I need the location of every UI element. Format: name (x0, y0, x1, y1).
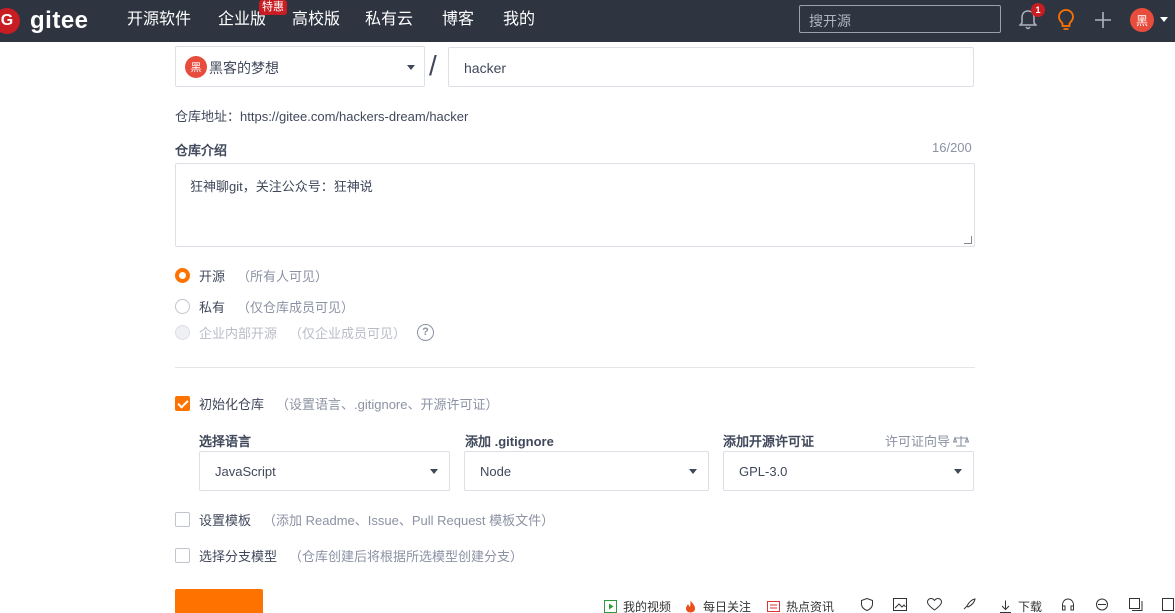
init-repo-checkbox[interactable]: 初始化仓库 （设置语言、.gitignore、开源许可证） (175, 393, 499, 413)
radio-public-hint: （所有人可见） (237, 268, 329, 284)
path-separator: / (429, 50, 437, 81)
heart-icon[interactable] (927, 598, 942, 611)
radio-enterprise-label: 企业内部开源 (199, 325, 278, 341)
my-video-link[interactable]: 我的视频 (604, 598, 671, 613)
license-guide-link[interactable]: 许可证向导 (885, 431, 970, 450)
more-icon[interactable] (1162, 598, 1174, 611)
template-checkbox[interactable]: 设置模板 （添加 Readme、Issue、Pull Request 模板文件） (175, 509, 554, 529)
help-icon[interactable]: ? (417, 323, 435, 341)
description-text: 狂神聊git，关注公众号：狂神说 (190, 179, 373, 194)
repo-address-url: https://gitee.com/hackers-dream/hacker (240, 109, 469, 124)
radio-private-hint: （仅仓库成员可见） (237, 299, 355, 315)
shield-icon[interactable] (860, 598, 874, 611)
owner-avatar: 黑 (185, 56, 207, 78)
radio-enterprise-control (175, 324, 190, 340)
radio-enterprise-hint: （仅企业成员可见） (289, 325, 407, 341)
radio-private[interactable]: 私有 （仅仓库成员可见） (175, 296, 354, 316)
template-control[interactable] (175, 511, 190, 527)
radio-enterprise-internal: 企业内部开源 （仅企业成员可见） ? (175, 322, 435, 342)
chevron-down-icon (954, 469, 962, 474)
plus-icon[interactable] (1091, 8, 1115, 32)
template-hint: （添加 Readme、Issue、Pull Request 模板文件） (263, 512, 555, 528)
license-value: GPL-3.0 (739, 464, 788, 479)
init-repo-label: 初始化仓库 (199, 396, 265, 412)
chevron-down-icon (407, 65, 415, 70)
repo-address-label: 仓库地址： (175, 109, 241, 124)
radio-public-control[interactable] (175, 267, 190, 283)
daily-follow-link[interactable]: 每日关注 (684, 598, 751, 613)
daily-follow-label: 每日关注 (703, 600, 752, 613)
download-label: 下载 (1018, 600, 1043, 613)
owner-select[interactable]: 黑 黑客的梦想 (175, 46, 425, 87)
chevron-down-icon[interactable] (1160, 17, 1168, 22)
user-avatar[interactable]: 黑 (1130, 8, 1154, 32)
init-repo-control[interactable] (175, 395, 190, 411)
description-counter: 16/200 (932, 140, 972, 155)
repo-name-input[interactable]: hacker (448, 47, 974, 87)
gitignore-select[interactable]: Node (464, 451, 709, 491)
top-navbar: G gitee 开源软件 企业版 特惠 高校版 私有云 博客 我的 搜开源 1 … (0, 0, 1175, 42)
play-icon (604, 600, 617, 613)
nav-open-source[interactable]: 开源软件 (127, 10, 191, 30)
logo-text: gitee (30, 7, 89, 34)
description-label: 仓库介绍 (175, 143, 228, 158)
browser-status-bar: 我的视频 每日关注 热点资讯 下载 (590, 596, 1175, 613)
headset-icon[interactable] (1061, 598, 1075, 611)
my-video-label: 我的视频 (623, 600, 672, 613)
language-value: JavaScript (215, 464, 276, 479)
create-button[interactable] (175, 589, 263, 613)
chevron-down-icon (689, 469, 697, 474)
gitignore-label: 添加 .gitignore (465, 434, 554, 449)
lightbulb-icon[interactable] (1054, 8, 1078, 32)
gitignore-value: Node (480, 464, 512, 479)
search-input[interactable]: 搜开源 (799, 5, 1001, 33)
window-icon[interactable] (1129, 598, 1143, 611)
browser-e-icon[interactable] (1095, 598, 1109, 611)
radio-private-label: 私有 (199, 299, 226, 315)
branch-model-label: 选择分支模型 (199, 548, 278, 564)
logo-badge: G (0, 8, 20, 34)
section-divider (175, 367, 975, 368)
branch-model-control[interactable] (175, 547, 190, 563)
scale-icon (953, 435, 970, 447)
repo-address: 仓库地址：https://gitee.com/hackers-dream/hac… (175, 106, 468, 125)
news-icon (767, 601, 780, 612)
branch-model-checkbox[interactable]: 选择分支模型 （仓库创建后将根据所选模型创建分支） (175, 545, 523, 565)
radio-public[interactable]: 开源 （所有人可见） (175, 265, 328, 285)
owner-name: 黑客的梦想 (209, 60, 279, 76)
nav-blog[interactable]: 博客 (442, 10, 474, 30)
language-label: 选择语言 (199, 434, 252, 449)
download-icon (1000, 600, 1011, 613)
template-label: 设置模板 (199, 512, 252, 528)
license-guide-text: 许可证向导 (885, 434, 951, 449)
flame-icon (686, 600, 695, 613)
notification-count-badge: 1 (1031, 3, 1045, 17)
image-icon[interactable] (893, 598, 907, 611)
description-textarea[interactable]: 狂神聊git，关注公众号：狂神说 (175, 163, 975, 247)
nav-private-cloud[interactable]: 私有云 (365, 10, 413, 30)
hot-news-link[interactable]: 热点资讯 (767, 598, 834, 613)
download-link[interactable]: 下载 (999, 598, 1042, 613)
language-select[interactable]: JavaScript (199, 451, 450, 491)
resize-handle-icon[interactable] (964, 236, 972, 244)
init-repo-hint: （设置语言、.gitignore、开源许可证） (276, 396, 499, 412)
gitee-logo[interactable]: G gitee (0, 4, 89, 38)
nav-mine[interactable]: 我的 (503, 10, 535, 30)
license-label: 添加开源许可证 (723, 434, 815, 449)
promo-badge: 特惠 (259, 0, 287, 15)
hot-news-label: 热点资讯 (786, 600, 835, 613)
license-select[interactable]: GPL-3.0 (723, 451, 974, 491)
nav-education[interactable]: 高校版 (292, 10, 340, 30)
radio-private-control[interactable] (175, 298, 190, 314)
radio-public-label: 开源 (199, 268, 226, 284)
chevron-down-icon (430, 469, 438, 474)
branch-model-hint: （仓库创建后将根据所选模型创建分支） (289, 548, 524, 564)
rocket-icon[interactable] (962, 598, 976, 611)
